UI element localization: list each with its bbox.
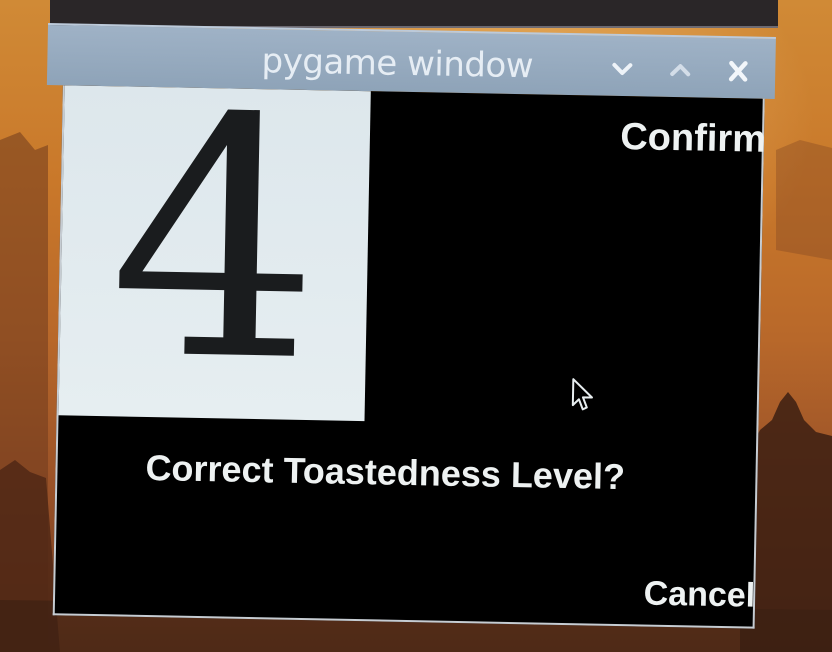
pygame-window: pygame window 4 Confirm Correct Toastedn… [37, 23, 776, 635]
dialog-canvas: 4 Confirm Correct Toastedness Level? Can… [52, 85, 766, 629]
chevron-down-icon[interactable] [607, 56, 637, 83]
question-text: Correct Toastedness Level? [145, 446, 626, 498]
chevron-up-icon[interactable] [665, 57, 695, 84]
window-title: pygame window [261, 41, 534, 87]
level-display-panel: 4 [58, 85, 371, 422]
cancel-button[interactable]: Cancel [643, 575, 755, 616]
confirm-button[interactable]: Confirm [620, 116, 766, 162]
toastedness-level-number: 4 [106, 85, 324, 422]
background-window-edge [50, 0, 778, 28]
close-icon[interactable] [723, 58, 753, 85]
mouse-pointer-icon [571, 378, 593, 411]
